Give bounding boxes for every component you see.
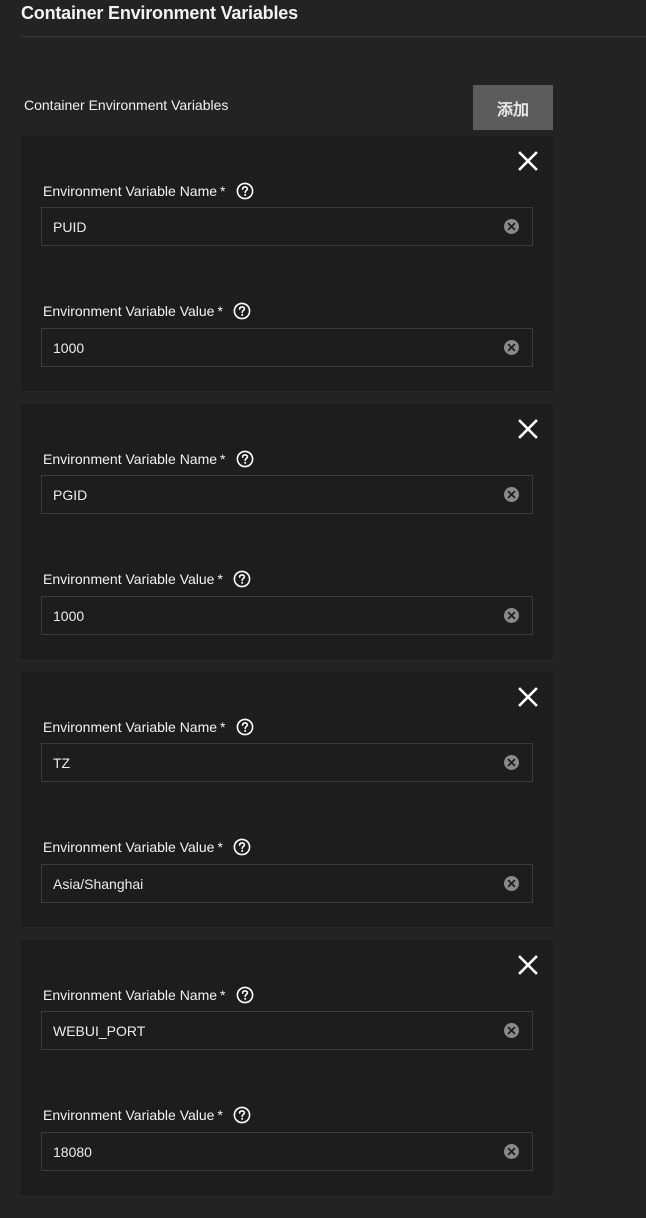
required-marker: * [220,987,226,1003]
env-var-card: Environment Variable Name * Environment … [21,404,553,659]
close-icon[interactable] [517,150,539,172]
required-marker: * [217,1107,223,1123]
env-var-name-label: Environment Variable Name * [43,718,254,736]
add-button[interactable]: 添加 [473,85,553,130]
env-var-name-field [41,1011,533,1050]
clear-circle-icon[interactable] [503,754,520,771]
required-marker: * [220,183,226,199]
env-var-name-label-text: Environment Variable Name [43,183,218,199]
close-icon[interactable] [517,954,539,976]
env-var-name-field [41,475,533,514]
env-var-name-label: Environment Variable Name * [43,450,254,468]
clear-circle-icon[interactable] [503,607,520,624]
section-title: Container Environment Variables [21,3,298,23]
env-var-card: Environment Variable Name * Environment … [21,940,553,1195]
required-marker: * [217,303,223,319]
env-var-list: Environment Variable Name * Environment … [21,136,553,1195]
close-icon[interactable] [517,686,539,708]
env-var-name-input[interactable] [42,1012,493,1049]
clear-circle-icon[interactable] [503,218,520,235]
env-var-value-label: Environment Variable Value * [43,838,251,856]
clear-circle-icon[interactable] [503,339,520,356]
env-var-name-field [41,207,533,246]
env-var-name-label-text: Environment Variable Name [43,987,218,1003]
env-var-value-field [41,1132,533,1171]
env-var-name-label: Environment Variable Name * [43,986,254,1004]
required-marker: * [217,839,223,855]
env-var-name-input[interactable] [42,476,493,513]
close-icon[interactable] [517,418,539,440]
clear-circle-icon[interactable] [503,1022,520,1039]
env-var-value-input[interactable] [42,329,493,366]
env-var-value-label-text: Environment Variable Value [43,1107,215,1123]
env-var-value-field [41,596,533,635]
env-var-name-field [41,743,533,782]
required-marker: * [220,451,226,467]
env-var-name-label-text: Environment Variable Name [43,451,218,467]
env-var-value-input[interactable] [42,1133,493,1170]
env-var-value-label-text: Environment Variable Value [43,571,215,587]
env-var-name-label: Environment Variable Name * [43,182,254,200]
clear-circle-icon[interactable] [503,486,520,503]
env-var-value-input[interactable] [42,865,493,902]
env-var-value-label-text: Environment Variable Value [43,839,215,855]
env-var-name-label-text: Environment Variable Name [43,719,218,735]
env-var-value-field [41,328,533,367]
env-var-value-input[interactable] [42,597,493,634]
env-var-card: Environment Variable Name * Environment … [21,672,553,927]
help-circle-icon[interactable] [233,1106,251,1124]
help-circle-icon[interactable] [236,986,254,1004]
env-var-name-input[interactable] [42,208,493,245]
clear-circle-icon[interactable] [503,875,520,892]
clear-circle-icon[interactable] [503,1143,520,1160]
help-circle-icon[interactable] [233,570,251,588]
help-circle-icon[interactable] [236,718,254,736]
help-circle-icon[interactable] [236,182,254,200]
env-var-value-label: Environment Variable Value * [43,302,251,320]
required-marker: * [217,571,223,587]
group-label: Container Environment Variables [24,97,229,113]
env-var-value-label: Environment Variable Value * [43,1106,251,1124]
help-circle-icon[interactable] [233,838,251,856]
help-circle-icon[interactable] [233,302,251,320]
env-var-card: Environment Variable Name * Environment … [21,136,553,391]
env-var-value-label-text: Environment Variable Value [43,303,215,319]
required-marker: * [220,719,226,735]
env-var-value-field [41,864,533,903]
env-var-name-input[interactable] [42,744,493,781]
env-vars-page: Container Environment Variables Containe… [0,0,646,1218]
env-var-value-label: Environment Variable Value * [43,570,251,588]
title-divider [21,36,646,37]
help-circle-icon[interactable] [236,450,254,468]
